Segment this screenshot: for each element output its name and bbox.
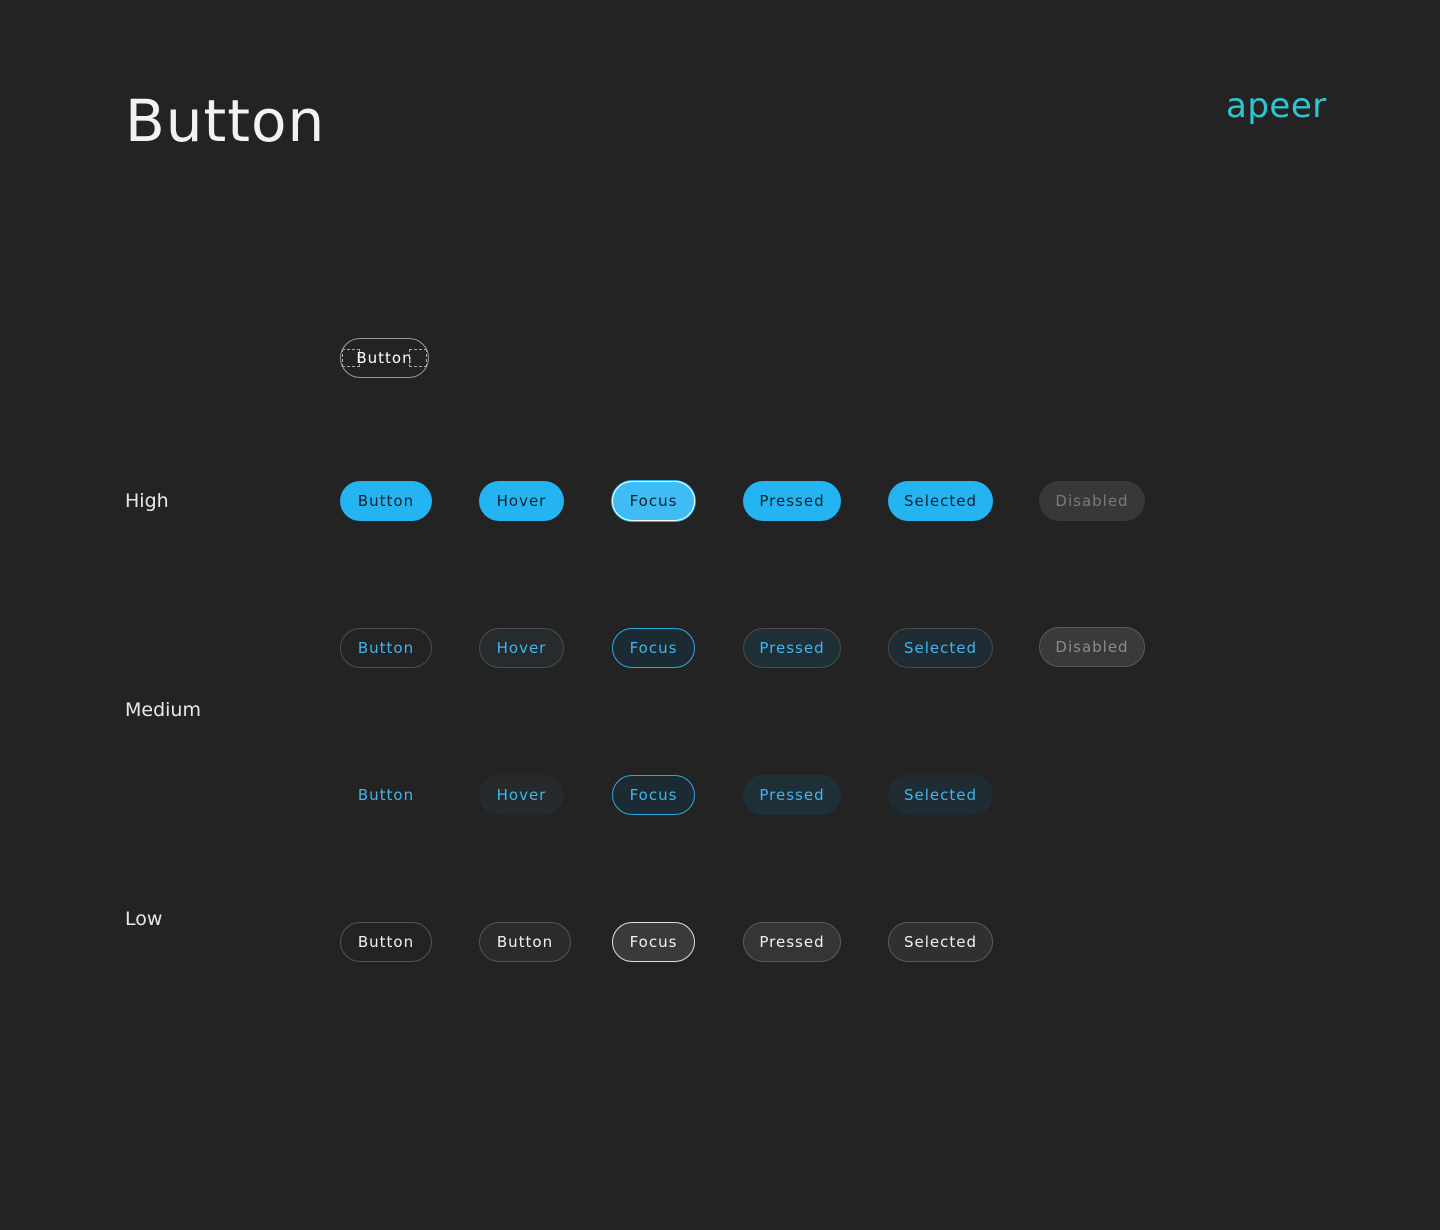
medium-flat-pressed-button[interactable]: Pressed: [743, 775, 841, 815]
medium-flat-hover-button[interactable]: Hover: [479, 775, 564, 815]
high-focus-button[interactable]: Focus: [612, 481, 695, 521]
medium-outline-disabled-button: Disabled: [1039, 627, 1145, 667]
anatomy-button-label: Button: [356, 349, 413, 367]
anatomy-button: Button: [340, 338, 429, 378]
high-pressed-button[interactable]: Pressed: [743, 481, 841, 521]
medium-flat-selected-button[interactable]: Selected: [888, 775, 993, 815]
low-hover-button[interactable]: Button: [479, 922, 571, 962]
low-button[interactable]: Button: [340, 922, 432, 962]
high-button[interactable]: Button: [340, 481, 432, 521]
medium-outline-button[interactable]: Button: [340, 628, 432, 668]
medium-flat-focus-button[interactable]: Focus: [612, 775, 695, 815]
medium-outline-pressed-button[interactable]: Pressed: [743, 628, 841, 668]
high-hover-button[interactable]: Hover: [479, 481, 564, 521]
padding-right-marker: [409, 349, 427, 367]
row-label-high: High: [125, 490, 169, 512]
low-selected-button[interactable]: Selected: [888, 922, 993, 962]
medium-flat-button[interactable]: Button: [340, 775, 432, 815]
page-title: Button: [125, 87, 326, 155]
medium-outline-hover-button[interactable]: Hover: [479, 628, 564, 668]
low-focus-button[interactable]: Focus: [612, 922, 695, 962]
apeer-logo: apeer: [1226, 86, 1327, 126]
row-label-low: Low: [125, 908, 163, 930]
high-disabled-button: Disabled: [1039, 481, 1145, 521]
row-label-medium: Medium: [125, 699, 201, 721]
medium-outline-selected-button[interactable]: Selected: [888, 628, 993, 668]
medium-outline-focus-button[interactable]: Focus: [612, 628, 695, 668]
low-pressed-button[interactable]: Pressed: [743, 922, 841, 962]
high-selected-button[interactable]: Selected: [888, 481, 993, 521]
